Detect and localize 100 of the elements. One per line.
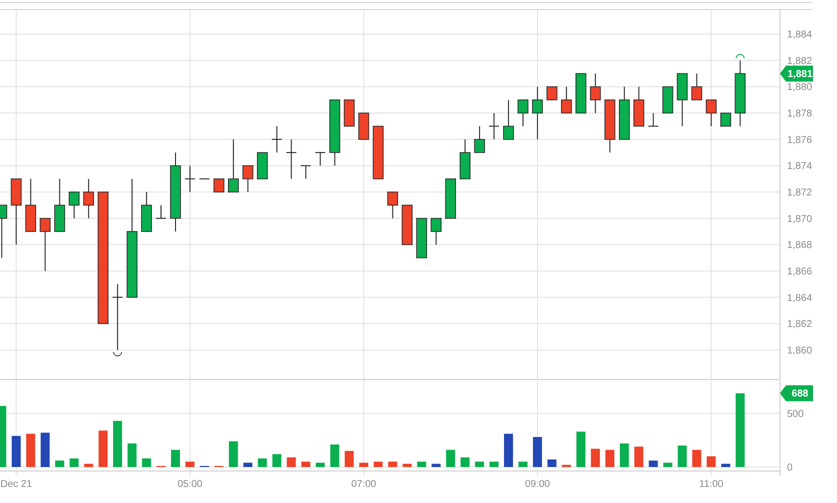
candlestick bbox=[256, 152, 268, 179]
axis-label: 500 bbox=[787, 408, 804, 420]
candlestick bbox=[618, 86, 630, 140]
candlestick bbox=[734, 59, 746, 126]
volume-bar bbox=[692, 450, 702, 467]
volume-bar bbox=[185, 462, 194, 467]
price-tag: 1,881 bbox=[780, 65, 813, 82]
volume-bar bbox=[228, 441, 238, 467]
candlestick bbox=[0, 204, 8, 258]
volume-bar bbox=[98, 430, 108, 467]
axis-label: 11:00 bbox=[699, 479, 724, 490]
volume-bar bbox=[532, 436, 542, 467]
axis-label: 1,874 bbox=[787, 160, 812, 172]
candlestick bbox=[546, 86, 558, 100]
volume-bar bbox=[634, 446, 644, 467]
axis-label: 1,880 bbox=[787, 82, 812, 93]
volume-bar bbox=[0, 406, 6, 467]
candlestick bbox=[416, 217, 428, 258]
axis-label: 1,870 bbox=[787, 213, 812, 224]
candlestick bbox=[691, 72, 702, 100]
volume-bar bbox=[286, 457, 296, 467]
candlestick bbox=[25, 178, 36, 232]
candlestick bbox=[300, 164, 312, 179]
volume-bar bbox=[605, 450, 614, 467]
volume-bar bbox=[70, 458, 79, 467]
axis-label: 1,884 bbox=[787, 29, 812, 40]
volume-bar bbox=[648, 460, 658, 467]
candlestick bbox=[286, 138, 297, 179]
axis-label: 1,872 bbox=[787, 187, 812, 198]
volume-bar bbox=[388, 462, 398, 467]
volume-bar bbox=[576, 432, 586, 467]
candlestick bbox=[387, 191, 398, 218]
volume-bar bbox=[359, 462, 368, 467]
candlestick bbox=[604, 98, 616, 153]
candlestick bbox=[358, 112, 370, 140]
axis-label: Dec 21 bbox=[0, 479, 32, 490]
volume-bar bbox=[12, 436, 21, 467]
volume-bar bbox=[142, 458, 152, 467]
candlestick bbox=[40, 217, 51, 271]
candlestick bbox=[633, 86, 644, 126]
volume-bar bbox=[475, 462, 484, 467]
axis-label: 1,876 bbox=[787, 134, 812, 146]
volume-bar bbox=[26, 434, 36, 467]
volume-bar bbox=[55, 460, 64, 467]
volume-bar bbox=[417, 462, 426, 467]
candlestick bbox=[141, 191, 152, 232]
candlestick bbox=[676, 72, 688, 126]
candlestick bbox=[590, 72, 601, 114]
candlestick bbox=[445, 178, 456, 218]
axis-label: 1,878 bbox=[787, 108, 812, 120]
volume-bar bbox=[84, 464, 94, 467]
candlestick bbox=[228, 138, 239, 192]
candlestick bbox=[648, 112, 659, 126]
volume-bar bbox=[504, 434, 514, 467]
candlestick bbox=[402, 204, 413, 245]
candlestick bbox=[271, 125, 282, 153]
candlestick bbox=[344, 98, 355, 126]
candlestick bbox=[488, 112, 500, 140]
volume-bar bbox=[171, 450, 180, 467]
low-marker-icon bbox=[113, 351, 122, 356]
volume-bar bbox=[518, 462, 528, 467]
volume-tag: 688 bbox=[780, 385, 813, 402]
candlestick bbox=[329, 98, 340, 166]
candlestick bbox=[706, 98, 717, 126]
volume-bar bbox=[344, 450, 354, 467]
candlestick bbox=[518, 98, 528, 126]
candlestick bbox=[54, 178, 66, 232]
candlestick bbox=[214, 178, 224, 192]
candlestick bbox=[720, 112, 732, 126]
volume-bar bbox=[590, 448, 600, 467]
candlestick bbox=[503, 98, 514, 140]
volume-bar bbox=[678, 446, 687, 467]
candlestick bbox=[83, 178, 94, 218]
candlestick bbox=[10, 178, 22, 245]
volume-bar bbox=[272, 454, 282, 467]
volume-bar bbox=[432, 464, 441, 467]
volume-bar bbox=[547, 460, 556, 467]
candlestick bbox=[242, 164, 254, 192]
axis-label: 1,882 bbox=[787, 55, 812, 66]
volume-bar bbox=[402, 464, 412, 467]
volume-bar bbox=[706, 456, 716, 467]
axis-label: 1,860 bbox=[787, 344, 812, 356]
candlestick bbox=[532, 86, 543, 140]
candlestick bbox=[576, 72, 586, 114]
volume-bar bbox=[374, 462, 383, 467]
axis-label: 1,862 bbox=[787, 318, 812, 330]
axis-label: 05:00 bbox=[177, 479, 202, 490]
volume-bar bbox=[243, 462, 252, 467]
volume-bar bbox=[113, 420, 122, 467]
volume-bar bbox=[316, 462, 325, 467]
volume-bar bbox=[330, 444, 340, 467]
axis-label: 1,868 bbox=[787, 240, 812, 251]
volume-bar bbox=[128, 443, 137, 467]
volume-bar bbox=[460, 457, 470, 467]
candlestick bbox=[184, 164, 196, 192]
axis-label: 1,864 bbox=[787, 292, 812, 304]
candlestick bbox=[68, 191, 80, 218]
high-marker-icon bbox=[736, 53, 745, 58]
axis-label: 09:00 bbox=[524, 479, 550, 490]
volume-bar bbox=[620, 443, 629, 467]
